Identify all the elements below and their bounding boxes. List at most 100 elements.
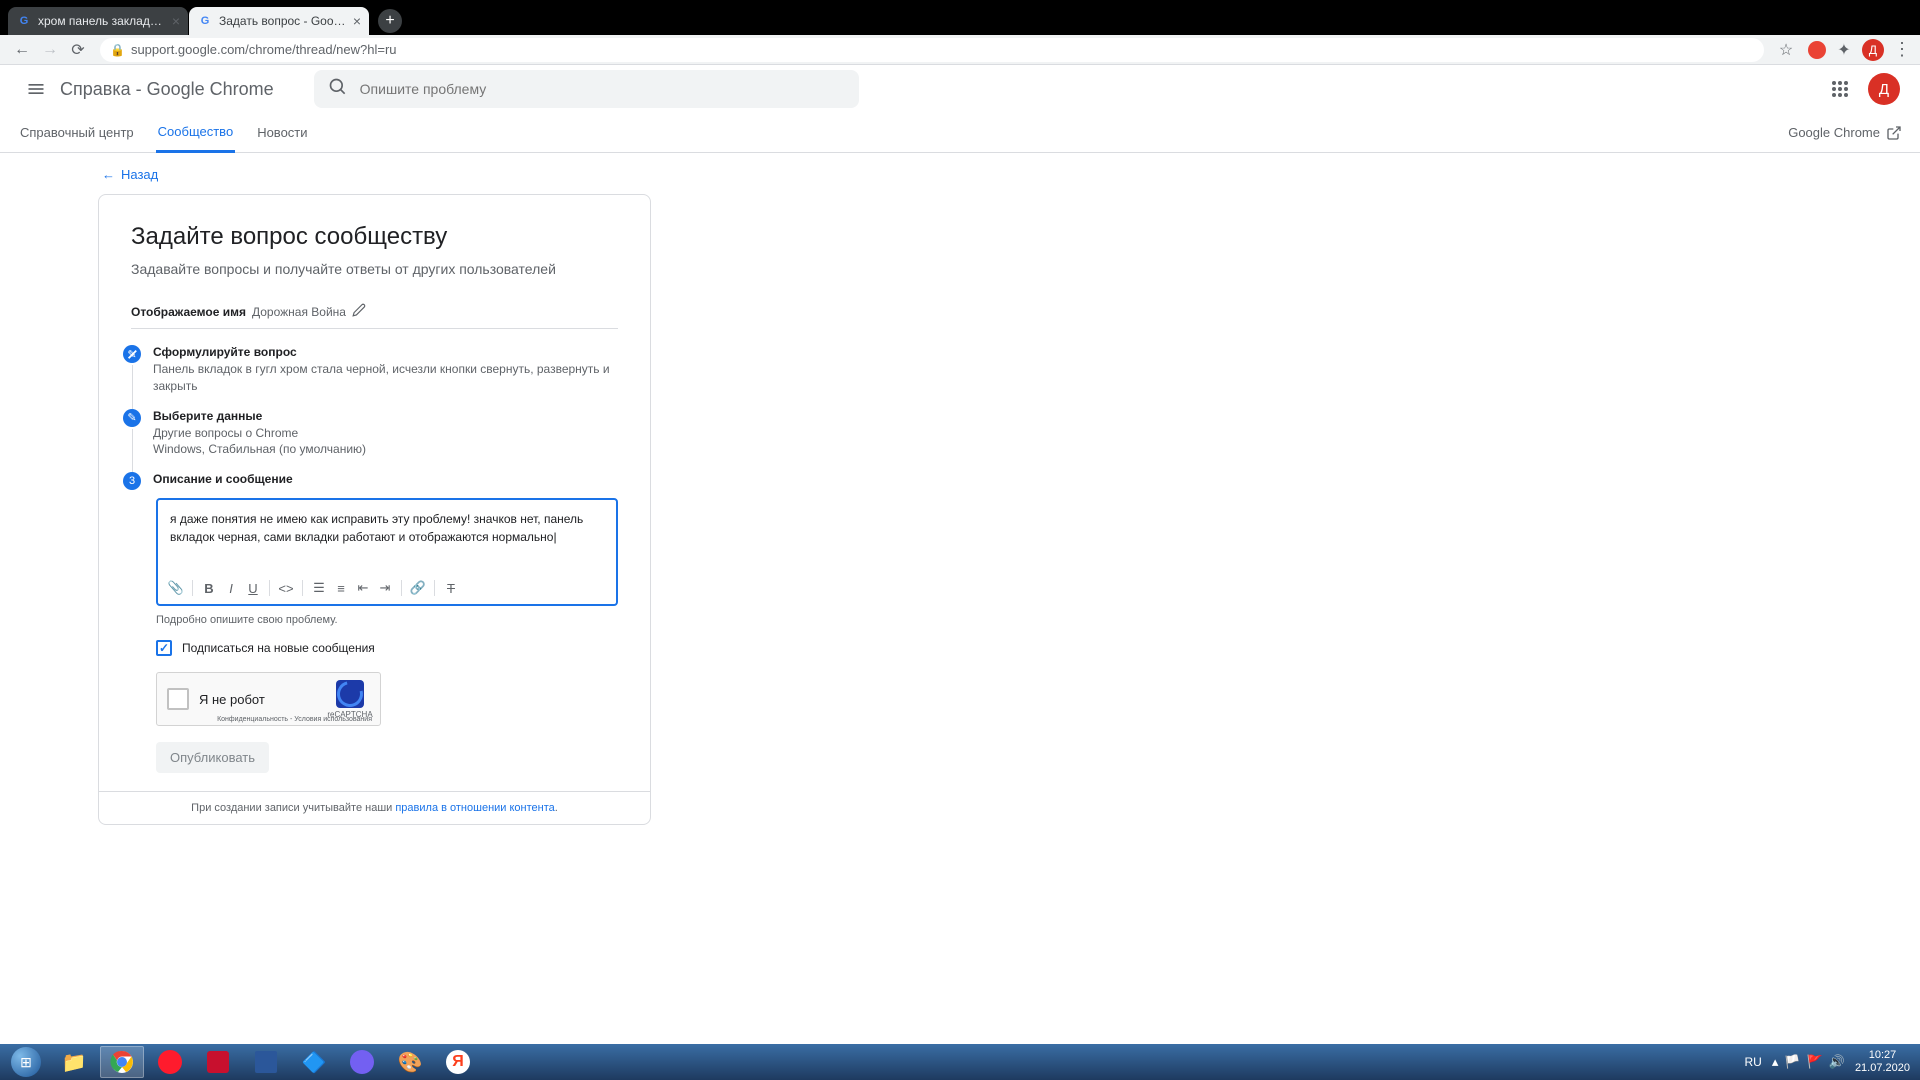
start-button[interactable]: ⊞ (4, 1046, 48, 1078)
browser-toolbar: ← → ⟳ 🔒 support.google.com/chrome/thread… (0, 35, 1920, 65)
step-title: Сформулируйте вопрос (153, 345, 618, 359)
url-text: support.google.com/chrome/thread/new?hl=… (131, 42, 397, 57)
footer-text: При создании записи учитывайте наши (191, 802, 395, 814)
menu-icon[interactable] (16, 69, 56, 109)
back-link[interactable]: ← Назад (98, 167, 1920, 182)
steps-list: ✎ Сформулируйте вопрос Панель вкладок в … (123, 345, 618, 490)
recaptcha-widget[interactable]: Я не робот reCAPTCHA Конфиденциальность … (156, 672, 381, 726)
extension-icon[interactable] (1808, 41, 1826, 59)
sub-nav: Справочный центр Сообщество Новости Goog… (0, 113, 1920, 153)
pencil-icon[interactable] (352, 303, 366, 320)
app-icon[interactable] (244, 1046, 288, 1078)
viber-icon[interactable] (340, 1046, 384, 1078)
display-name-row: Отображаемое имя Дорожная Война (131, 295, 618, 329)
close-icon[interactable]: × (172, 13, 180, 29)
arrow-left-icon: ← (102, 167, 115, 182)
numbered-list-icon[interactable]: ≡ (331, 578, 351, 598)
step-number-icon: 3 (123, 472, 141, 490)
windows-taskbar: ⊞ 📁 🔷 🎨 Я RU ▴ 🏳️ 🚩 🔊 10:27 21.07.2020 (0, 1044, 1920, 1080)
indent-decrease-icon[interactable]: ⇤ (353, 578, 373, 598)
account-avatar[interactable]: Д (1868, 73, 1900, 105)
language-indicator[interactable]: RU (1745, 1055, 1762, 1069)
content-area: ← Назад Задайте вопрос сообществу Задава… (0, 153, 1920, 825)
search-icon (328, 77, 348, 102)
reload-button[interactable]: ⟳ (64, 36, 92, 64)
subnav-community[interactable]: Сообщество (156, 113, 236, 153)
search-input[interactable] (360, 81, 845, 97)
editor-textarea[interactable]: я даже понятия не имею как исправить эту… (158, 500, 616, 572)
step-detail: Другие вопросы о Chrome (153, 425, 618, 442)
extensions-icon[interactable]: ✦ (1834, 40, 1854, 60)
page-title: Справка - Google Chrome (60, 79, 274, 100)
address-bar[interactable]: 🔒 support.google.com/chrome/thread/new?h… (100, 38, 1764, 62)
recaptcha-checkbox[interactable] (167, 688, 189, 710)
page-header: Справка - Google Chrome Д (0, 65, 1920, 113)
star-icon[interactable]: ☆ (1772, 36, 1800, 64)
card-footer: При создании записи учитывайте наши прав… (99, 791, 650, 824)
opera-icon[interactable] (148, 1046, 192, 1078)
tab-title: хром панель закладок стала че… (38, 14, 166, 28)
browser-tab[interactable]: G хром панель закладок стала че… × (8, 7, 188, 35)
code-icon[interactable]: <> (276, 578, 296, 598)
form-card: Задайте вопрос сообществу Задавайте вопр… (98, 194, 651, 825)
subscribe-label: Подписаться на новые сообщения (182, 641, 375, 655)
bold-icon[interactable]: B (199, 578, 219, 598)
subscribe-checkbox-row[interactable]: ✓ Подписаться на новые сообщения (156, 640, 618, 656)
profile-avatar[interactable]: Д (1862, 39, 1884, 61)
close-icon[interactable]: × (353, 13, 361, 29)
step-detail: Панель вкладок в гугл хром стала черной,… (153, 361, 618, 395)
date-text: 21.07.2020 (1855, 1062, 1910, 1075)
bullet-list-icon[interactable]: ☰ (309, 578, 329, 598)
flag-icon[interactable]: 🚩 (1807, 1054, 1823, 1070)
flag-icon[interactable]: 🏳️ (1784, 1054, 1800, 1070)
subnav-product-link[interactable]: Google Chrome (1788, 125, 1902, 141)
display-name-value: Дорожная Война (252, 305, 346, 319)
step-select-data[interactable]: ✎ Выберите данные Другие вопросы о Chrom… (123, 409, 618, 459)
tray-arrow-icon[interactable]: ▴ (1772, 1054, 1779, 1070)
content-policy-link[interactable]: правила в отношении контента (395, 802, 554, 814)
description-editor[interactable]: я даже понятия не имею как исправить эту… (156, 498, 618, 606)
card-title: Задайте вопрос сообществу (131, 223, 618, 251)
clock[interactable]: 10:27 21.07.2020 (1855, 1049, 1910, 1075)
browser-tab-active[interactable]: G Задать вопрос - Google Chrome × (189, 7, 369, 35)
search-container[interactable] (314, 70, 859, 108)
attach-icon[interactable]: 📎 (166, 578, 186, 598)
chrome-menu-icon[interactable]: ⋮ (1892, 40, 1912, 60)
time-text: 10:27 (1855, 1049, 1910, 1062)
recaptcha-label: Я не робот (199, 692, 330, 707)
tab-title: Задать вопрос - Google Chrome (219, 14, 347, 28)
indent-increase-icon[interactable]: ⇥ (375, 578, 395, 598)
app-icon[interactable] (196, 1046, 240, 1078)
app-icon[interactable]: 🎨 (388, 1046, 432, 1078)
underline-icon[interactable]: U (243, 578, 263, 598)
recaptcha-icon (336, 680, 364, 708)
volume-icon[interactable]: 🔊 (1829, 1054, 1845, 1070)
explorer-icon[interactable]: 📁 (52, 1046, 96, 1078)
editor-hint: Подробно опишите свою проблему. (156, 614, 618, 626)
forward-button[interactable]: → (36, 36, 64, 64)
chrome-favicon: G (197, 13, 213, 29)
step-description: 3 Описание и сообщение (123, 472, 618, 490)
publish-button[interactable]: Опубликовать (156, 742, 269, 773)
clear-format-icon[interactable]: T (441, 578, 461, 598)
subnav-help-center[interactable]: Справочный центр (18, 113, 136, 153)
product-label: Google Chrome (1788, 125, 1880, 140)
back-button[interactable]: ← (8, 36, 36, 64)
new-tab-button[interactable]: + (378, 9, 402, 33)
step-title: Выберите данные (153, 409, 618, 423)
step-formulate[interactable]: ✎ Сформулируйте вопрос Панель вкладок в … (123, 345, 618, 395)
subnav-news[interactable]: Новости (255, 113, 309, 153)
checkbox-checked-icon[interactable]: ✓ (156, 640, 172, 656)
card-subtitle: Задавайте вопросы и получайте ответы от … (131, 261, 618, 277)
chrome-favicon: G (16, 13, 32, 29)
editor-toolbar: 📎 B I U <> ☰ ≡ ⇤ ⇥ 🔗 T (158, 572, 616, 604)
italic-icon[interactable]: I (221, 578, 241, 598)
chrome-icon[interactable] (100, 1046, 144, 1078)
recaptcha-links[interactable]: Конфиденциальность - Условия использован… (217, 716, 372, 723)
step-check-icon: ✎ (123, 409, 141, 427)
link-icon[interactable]: 🔗 (408, 578, 428, 598)
recaptcha-logo: reCAPTCHA (330, 680, 370, 719)
apps-icon[interactable] (1820, 69, 1860, 109)
app-icon[interactable]: 🔷 (292, 1046, 336, 1078)
yandex-icon[interactable]: Я (436, 1046, 480, 1078)
